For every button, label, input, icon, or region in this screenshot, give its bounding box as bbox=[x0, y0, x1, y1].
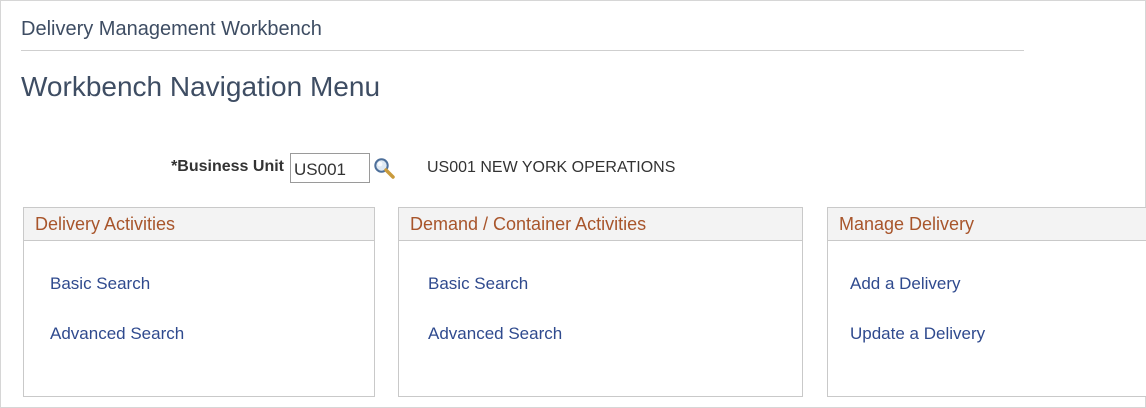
header-divider bbox=[21, 50, 1024, 51]
business-unit-input[interactable] bbox=[290, 153, 370, 183]
search-icon[interactable] bbox=[372, 156, 396, 180]
link-basic-search[interactable]: Basic Search bbox=[428, 274, 528, 294]
business-unit-row: *Business Unit US001 NEW YORK OPERATIONS bbox=[1, 153, 1145, 183]
page-title: Workbench Navigation Menu bbox=[21, 71, 381, 102]
business-unit-description: US001 NEW YORK OPERATIONS bbox=[427, 159, 676, 176]
header-title: Delivery Management Workbench bbox=[21, 18, 322, 40]
panel-title: Manage Delivery bbox=[828, 208, 1146, 241]
panel-title: Demand / Container Activities bbox=[399, 208, 802, 241]
panel-demand-container-activities: Demand / Container Activities Basic Sear… bbox=[398, 207, 803, 397]
panel-delivery-activities: Delivery Activities Basic Search Advance… bbox=[23, 207, 375, 397]
link-add-a-delivery[interactable]: Add a Delivery bbox=[850, 274, 961, 294]
link-basic-search[interactable]: Basic Search bbox=[50, 274, 150, 294]
link-advanced-search[interactable]: Advanced Search bbox=[50, 324, 184, 344]
business-unit-label: *Business Unit bbox=[171, 158, 284, 175]
panel-title: Delivery Activities bbox=[24, 208, 374, 241]
link-advanced-search[interactable]: Advanced Search bbox=[428, 324, 562, 344]
panel-manage-delivery: Manage Delivery Add a Delivery Update a … bbox=[827, 207, 1146, 397]
link-update-a-delivery[interactable]: Update a Delivery bbox=[850, 324, 985, 344]
